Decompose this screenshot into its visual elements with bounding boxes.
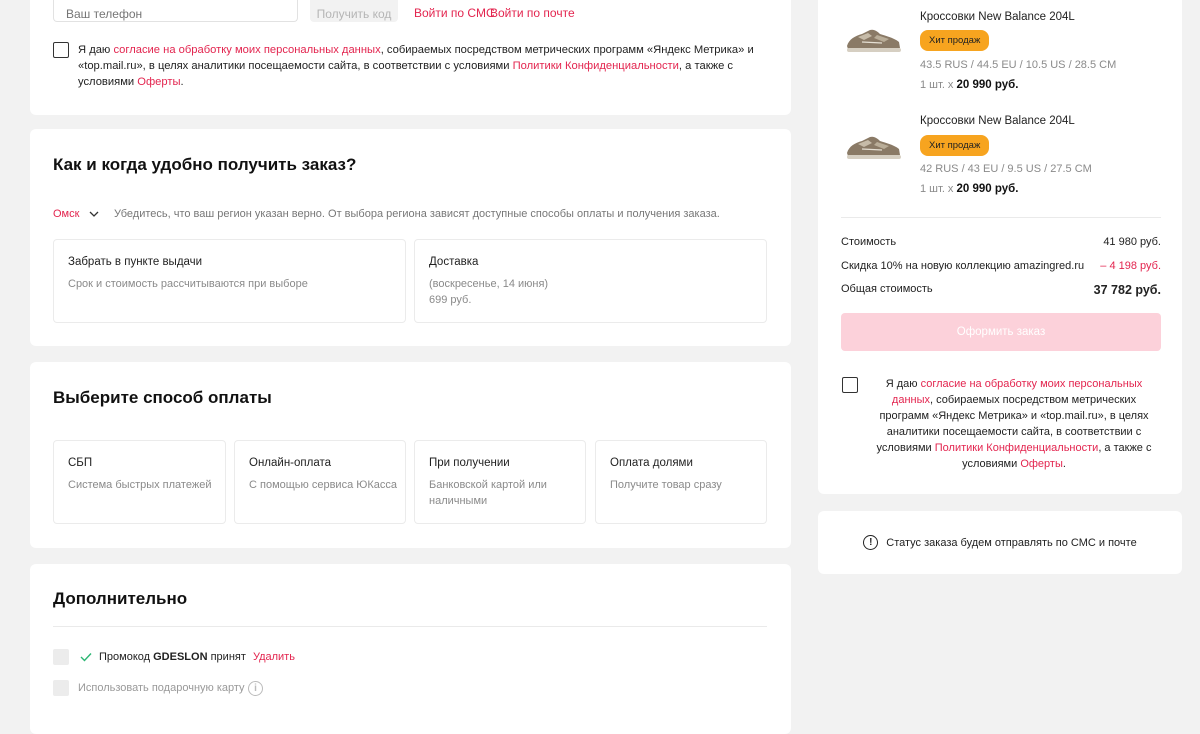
divider xyxy=(841,217,1161,218)
gift-card-checkbox[interactable] xyxy=(53,680,69,696)
bestseller-badge: Хит продаж xyxy=(920,135,990,156)
offer-link[interactable]: Оферты xyxy=(1020,458,1063,470)
total-label: Общая стоимость xyxy=(841,283,933,295)
option-title: Онлайн-оплата xyxy=(249,457,332,469)
info-icon[interactable]: i xyxy=(248,681,263,696)
status-text: Статус заказа будем отправлять по СМС и … xyxy=(886,536,1137,549)
product-qty-price: 1 шт. x 20 990 руб. xyxy=(920,183,1018,195)
product-sizes: 42 RUS / 43 EU / 9.5 US / 27.5 CM xyxy=(920,163,1092,175)
product-image[interactable] xyxy=(844,25,902,55)
product-name[interactable]: Кроссовки New Balance 204L xyxy=(920,11,1075,23)
get-code-button[interactable]: Получить код xyxy=(310,0,398,22)
option-title: СБП xyxy=(68,457,93,469)
option-subtitle: Банковской картой или xyxy=(429,479,547,491)
delivery-option-courier[interactable]: Доставка (воскресенье, 14 июня) 699 руб. xyxy=(414,239,767,323)
extra-title: Дополнительно xyxy=(53,589,188,608)
product-name[interactable]: Кроссовки New Balance 204L xyxy=(920,115,1075,127)
privacy-policy-link[interactable]: Политики Конфиденциальности xyxy=(935,442,1099,454)
extra-card: Дополнительно Промокод GDESLON принят Уд… xyxy=(30,564,791,734)
promo-code: GDESLON xyxy=(153,651,208,663)
promo-checkbox[interactable] xyxy=(53,649,69,665)
order-status-card: ! Статус заказа будем отправлять по СМС … xyxy=(818,511,1182,574)
payment-title: Выберите способ оплаты xyxy=(53,388,272,407)
consent-suffix: . xyxy=(1062,458,1066,470)
discount-label: Скидка 10% на новую коллекцию amazingred… xyxy=(841,260,1085,272)
checkout-button[interactable]: Оформить заказ xyxy=(841,313,1161,351)
total-value: 37 782 руб. xyxy=(1093,283,1161,297)
chevron-down-icon xyxy=(89,211,99,217)
delivery-card: Как и когда удобно получить заказ? Омск … xyxy=(30,129,791,346)
privacy-policy-link[interactable]: Политики Конфиденциальности xyxy=(513,60,679,72)
product-price: 20 990 руб. xyxy=(956,79,1019,91)
option-price: 699 руб. xyxy=(429,294,472,306)
product-image[interactable] xyxy=(844,132,902,162)
cart-consent-checkbox[interactable] xyxy=(842,377,858,393)
consent-text: Я даю согласие на обработку моих персона… xyxy=(78,42,768,90)
cart-summary-card: Кроссовки New Balance 204L Хит продаж 43… xyxy=(818,0,1182,494)
cost-value: 41 980 руб. xyxy=(1103,236,1161,248)
consent-prefix: Я даю xyxy=(885,378,921,390)
email-login-link[interactable]: Войти по почте xyxy=(490,6,575,20)
discount-row: Скидка 10% на новую коллекцию amazingred… xyxy=(841,260,1161,272)
product-qty: 1 шт. x xyxy=(920,79,954,91)
consent-suffix: . xyxy=(180,76,184,88)
login-consent-card: Получить код Войти по СМС Войти по почте… xyxy=(30,0,791,115)
region-hint: Убедитесь, что ваш регион указан верно. … xyxy=(114,208,720,220)
cart-consent-text: Я даю согласие на обработку моих персона… xyxy=(868,376,1160,472)
bestseller-badge: Хит продаж xyxy=(920,30,990,51)
product-qty-price: 1 шт. x 20 990 руб. xyxy=(920,79,1018,91)
option-subtitle: С помощью сервиса ЮКасса xyxy=(249,479,397,491)
divider xyxy=(53,626,767,627)
offer-link[interactable]: Оферты xyxy=(137,76,180,88)
gift-card-label: Использовать подарочную карту xyxy=(78,682,245,694)
discount-value: – 4 198 руб. xyxy=(1100,260,1161,272)
region-name: Омск xyxy=(53,208,80,220)
check-icon xyxy=(80,653,92,662)
product-sizes: 43.5 RUS / 44.5 EU / 10.5 US / 28.5 CM xyxy=(920,59,1117,71)
sms-login-link[interactable]: Войти по СМС xyxy=(414,6,495,20)
option-title: При получении xyxy=(429,457,510,469)
phone-input[interactable] xyxy=(53,0,298,22)
option-title: Оплата долями xyxy=(610,457,693,469)
payment-option-installments[interactable]: Оплата долями Получите товар сразу xyxy=(595,440,767,524)
total-row: Общая стоимость 37 782 руб. xyxy=(841,283,1161,297)
status-row: ! Статус заказа будем отправлять по СМС … xyxy=(818,535,1182,550)
cost-row: Стоимость 41 980 руб. xyxy=(841,236,1161,248)
cost-label: Стоимость xyxy=(841,236,897,248)
consent-prefix: Я даю xyxy=(78,44,114,56)
info-icon: ! xyxy=(863,535,879,550)
product-qty: 1 шт. x xyxy=(920,183,954,195)
promo-status: Промокод GDESLON принят Удалить xyxy=(99,651,295,663)
payment-card: Выберите способ оплаты СБП Система быстр… xyxy=(30,362,791,548)
option-title: Забрать в пункте выдачи xyxy=(68,256,203,268)
option-subtitle-2: наличными xyxy=(429,495,488,507)
consent-checkbox[interactable] xyxy=(53,42,69,58)
consent-link[interactable]: согласие на обработку моих персональных … xyxy=(113,44,380,56)
promo-prefix: Промокод xyxy=(99,651,151,663)
promo-remove-link[interactable]: Удалить xyxy=(253,651,295,663)
delivery-title: Как и когда удобно получить заказ? xyxy=(53,155,357,174)
promo-suffix: принят xyxy=(210,651,246,663)
payment-option-online[interactable]: Онлайн-оплата С помощью сервиса ЮКасса xyxy=(234,440,406,524)
payment-option-on-delivery[interactable]: При получении Банковской картой или нали… xyxy=(414,440,586,524)
region-selector[interactable]: Омск xyxy=(53,208,99,220)
option-date: (воскресенье, 14 июня) xyxy=(429,278,549,290)
option-subtitle: Получите товар сразу xyxy=(610,479,722,491)
payment-option-sbp[interactable]: СБП Система быстрых платежей xyxy=(53,440,226,524)
option-title: Доставка xyxy=(429,256,479,268)
delivery-option-pickup[interactable]: Забрать в пункте выдачи Срок и стоимость… xyxy=(53,239,406,323)
product-price: 20 990 руб. xyxy=(956,183,1019,195)
option-subtitle: Срок и стоимость рассчитываются при выбо… xyxy=(68,278,308,290)
option-subtitle: Система быстрых платежей xyxy=(68,479,212,491)
